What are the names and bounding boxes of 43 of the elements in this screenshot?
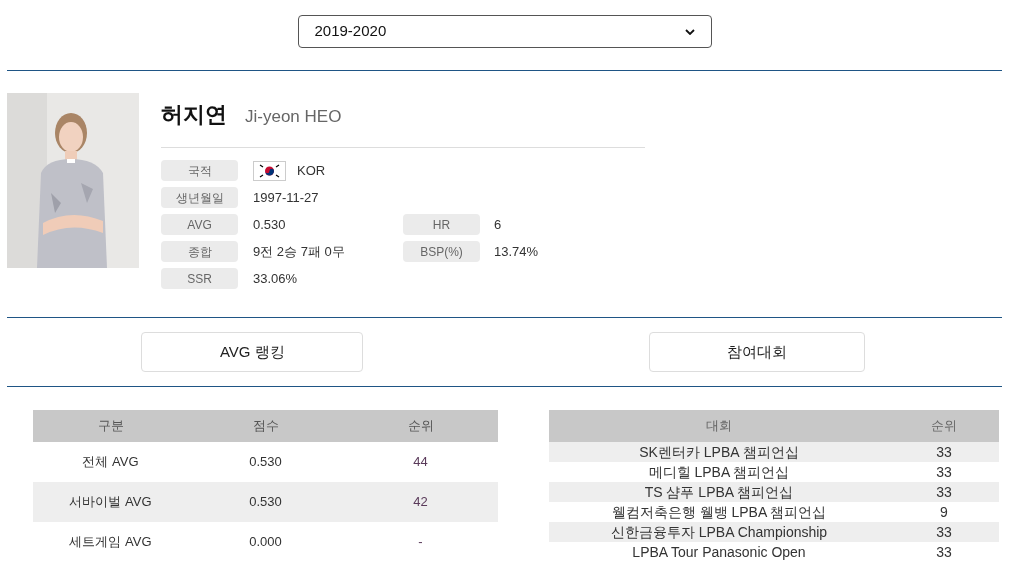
table-cell: 신한금융투자 LPBA Championship: [549, 522, 889, 542]
info-value: 33.06%: [253, 269, 298, 288]
info-value: KOR: [297, 161, 326, 180]
column-header: 순위: [343, 410, 498, 442]
table-cell: LPBA Tour Panasonic Open: [549, 542, 889, 562]
table-cell: 0.530: [188, 442, 343, 482]
info-value: 0.530: [253, 215, 286, 234]
table-cell: 33: [889, 482, 999, 502]
info-value: 9전 2승 7패 0무: [253, 242, 345, 261]
flag-icon: [253, 160, 286, 181]
table-cell: 42: [343, 482, 498, 522]
column-header: 대회: [549, 410, 889, 442]
table-cell: 메디힐 LPBA 챔피언십: [549, 462, 889, 482]
tab-button[interactable]: AVG 랭킹: [141, 332, 364, 372]
column-header: 순위: [889, 410, 999, 442]
column-header: 점수: [188, 410, 343, 442]
info-value: 6: [493, 215, 502, 234]
info-label: HR: [403, 214, 480, 235]
table-cell: 웰컴저축은행 웰뱅 LPBA 챔피언십: [549, 502, 889, 522]
table-cell: 전체 AVG: [33, 442, 188, 482]
info-value: 13.74%: [493, 242, 539, 261]
info-label: SSR: [161, 268, 238, 289]
info-value: 1997-11-27: [253, 188, 319, 207]
player-name: 허지연: [161, 101, 227, 129]
chevron-down-icon: [684, 28, 695, 35]
table-cell: 33: [889, 522, 999, 542]
table-cell: 0.530: [188, 482, 343, 522]
table-cell: TS 샴푸 LPBA 챔피언십: [549, 482, 889, 502]
info-label: 생년월일: [161, 187, 238, 208]
table-cell: 33: [889, 442, 999, 462]
tab-button[interactable]: 참여대회: [648, 332, 865, 372]
table-cell: 서바이벌 AVG: [33, 482, 188, 522]
table-cell: 33: [889, 462, 999, 482]
table-cell: SK렌터카 LPBA 챔피언십: [549, 442, 889, 462]
info-label: AVG: [161, 214, 238, 235]
info-label: 국적: [161, 160, 238, 181]
info-label: 종합: [161, 241, 238, 262]
info-label: BSP(%): [403, 241, 480, 262]
table-cell: 44: [343, 442, 498, 482]
season-select[interactable]: 2019-2020: [297, 15, 712, 48]
column-header: 구분: [33, 410, 188, 442]
player-name-english: Ji-yeon HEO: [245, 106, 342, 128]
table-cell: 9: [889, 502, 999, 522]
